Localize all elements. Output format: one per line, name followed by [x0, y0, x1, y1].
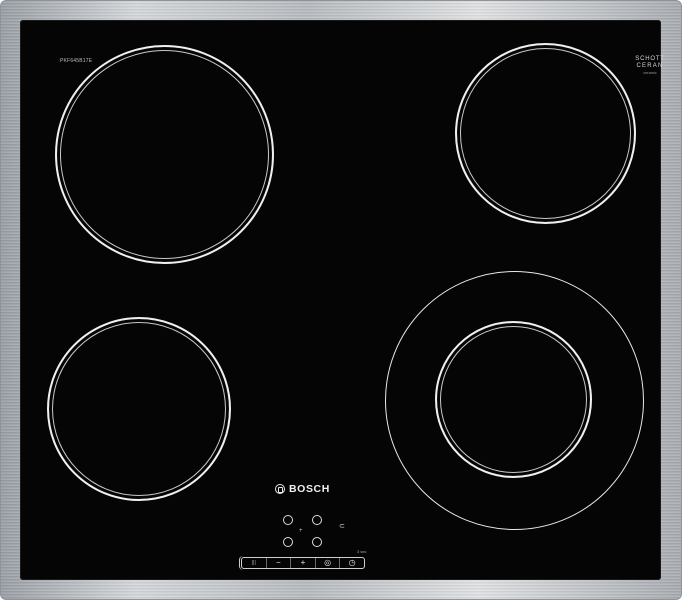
plus-button[interactable]: +	[291, 558, 316, 568]
model-code-label: PKF645B17E	[60, 58, 93, 64]
bosch-armature-icon	[275, 484, 285, 494]
timer-icon: ◷	[348, 558, 356, 567]
cooking-zone-rear-right	[455, 43, 636, 224]
cooking-zone-front-left	[47, 317, 231, 501]
zone-select-rear-right-button[interactable]	[312, 515, 322, 525]
keep-warm-button[interactable]: |||	[242, 558, 267, 568]
brand-logo: BOSCH	[275, 481, 330, 497]
cooking-zone-rear-left	[55, 45, 274, 264]
timer-button[interactable]: ◷	[340, 558, 364, 568]
cooking-zone-front-right-inner	[435, 321, 592, 478]
zone-select-front-left-button[interactable]	[283, 537, 293, 547]
minus-button[interactable]: −	[267, 558, 292, 568]
child-lock-icon[interactable]: ⊂	[339, 522, 345, 530]
boost-button[interactable]: ◎	[316, 558, 341, 568]
glass-manufacturer-logo: SCHOTT CERAN ceramic	[635, 56, 665, 75]
zone-select-front-right-button[interactable]	[312, 537, 322, 547]
hold-duration-label: 3 sec	[357, 549, 367, 554]
cooktop-frame: PKF645B17E SCHOTT CERAN ceramic BOSCH + …	[0, 0, 682, 600]
touch-control-bar: ||| − + ◎ ◷	[241, 557, 365, 569]
zone-layout-icon: +	[299, 528, 303, 534]
zone-select-rear-left-button[interactable]	[283, 515, 293, 525]
